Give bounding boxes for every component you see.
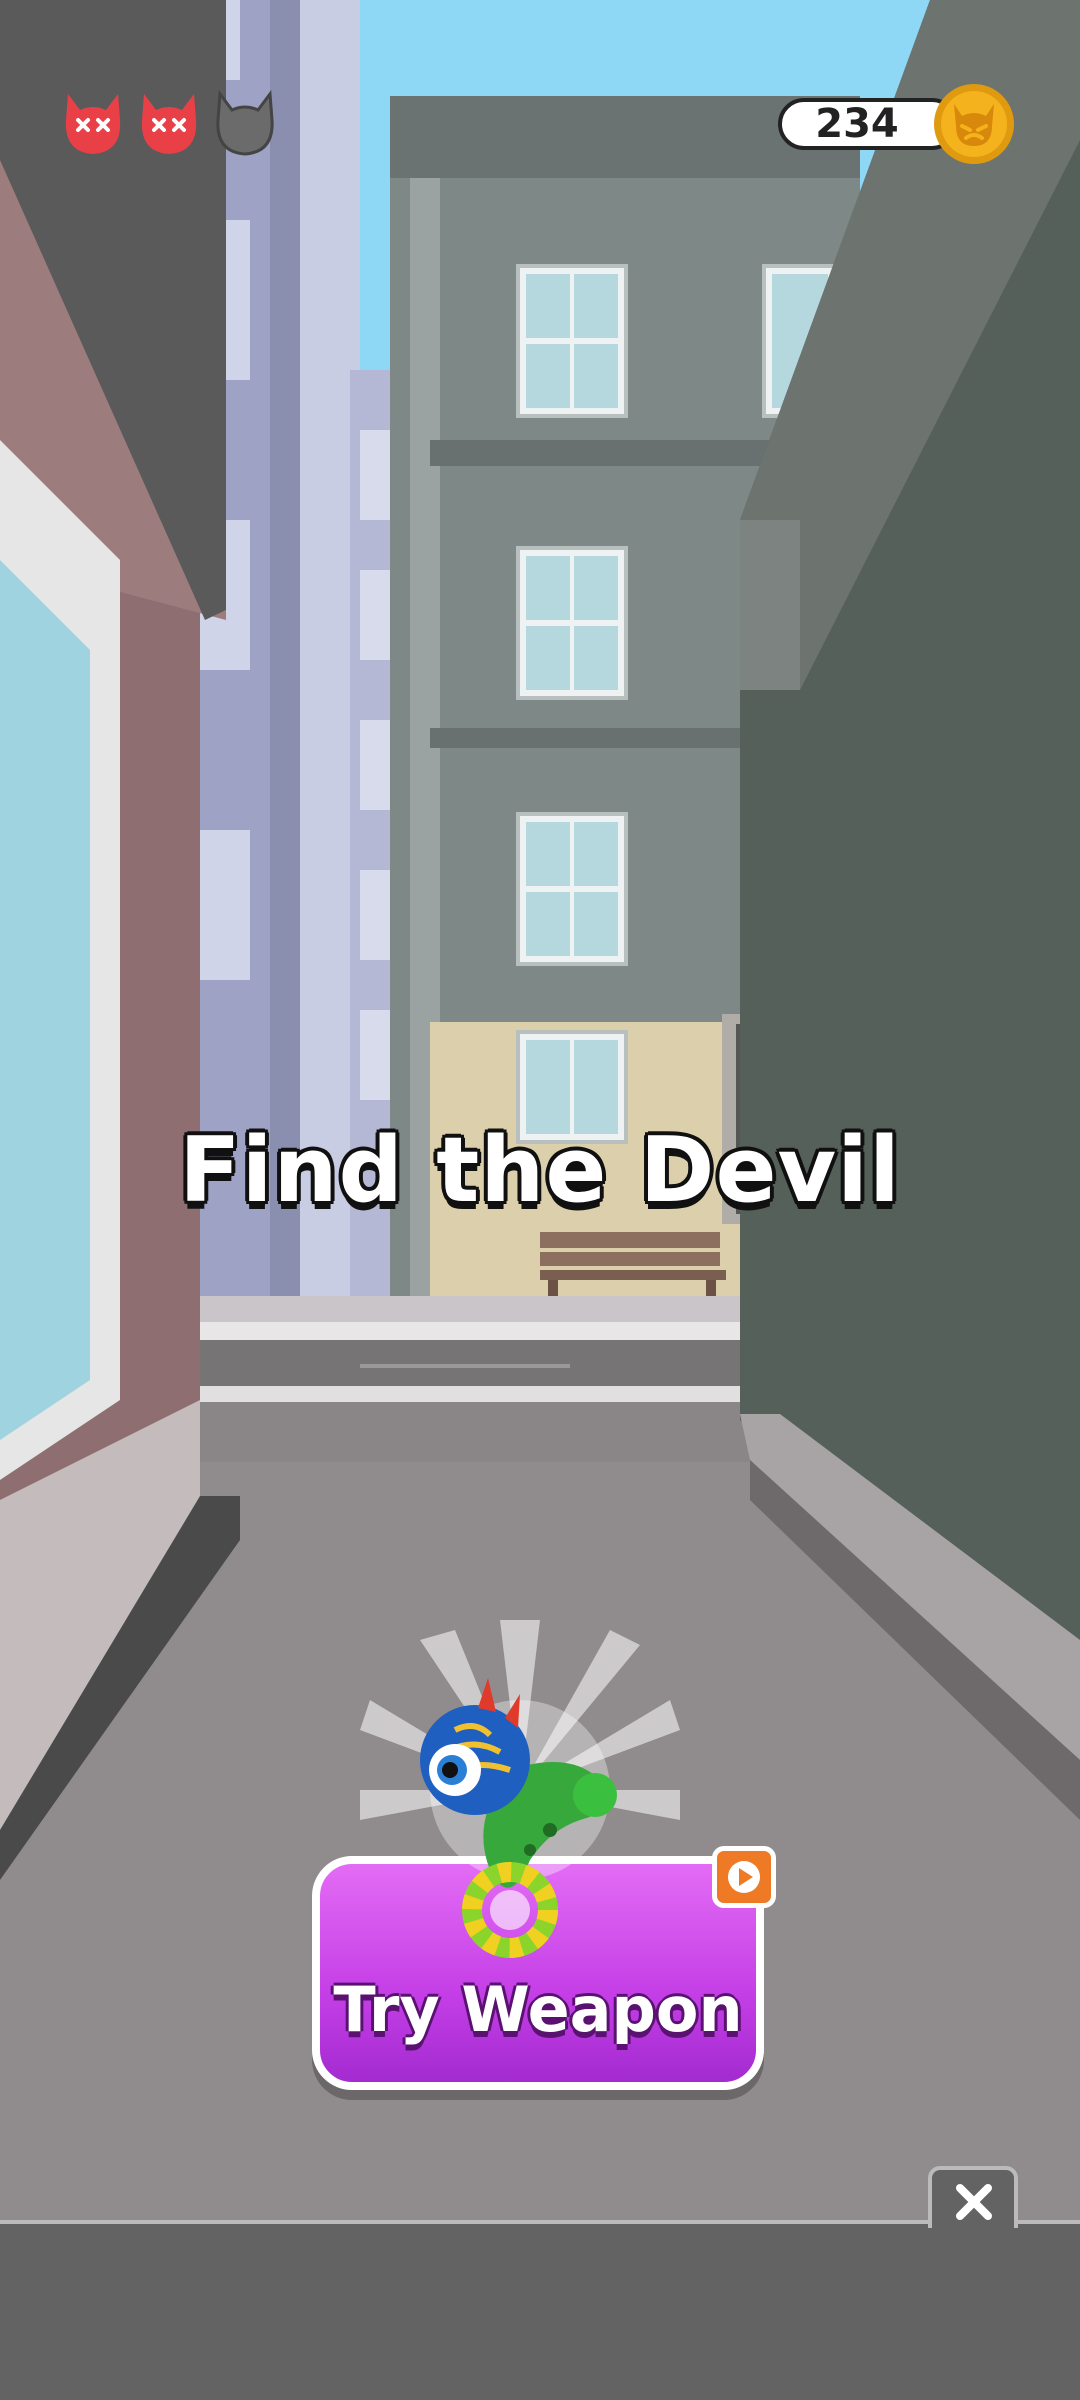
try-weapon-label: Try Weapon bbox=[333, 1973, 743, 2046]
play-video-icon bbox=[712, 1846, 776, 1908]
coin-count: 234 bbox=[815, 101, 899, 147]
life-lost-icon bbox=[136, 86, 202, 158]
devil-coin-icon bbox=[934, 84, 1014, 164]
life-lost-icon bbox=[60, 86, 126, 158]
bottom-panel bbox=[0, 2220, 1080, 2400]
close-button[interactable] bbox=[928, 2166, 1018, 2228]
objective-title: Find the Devil bbox=[179, 1118, 901, 1223]
coin-counter: 234 bbox=[778, 98, 958, 150]
close-icon bbox=[956, 2184, 992, 2220]
monster-blaster-icon bbox=[360, 1620, 680, 1958]
lives-indicator bbox=[60, 86, 278, 158]
life-remaining-icon bbox=[212, 86, 278, 158]
